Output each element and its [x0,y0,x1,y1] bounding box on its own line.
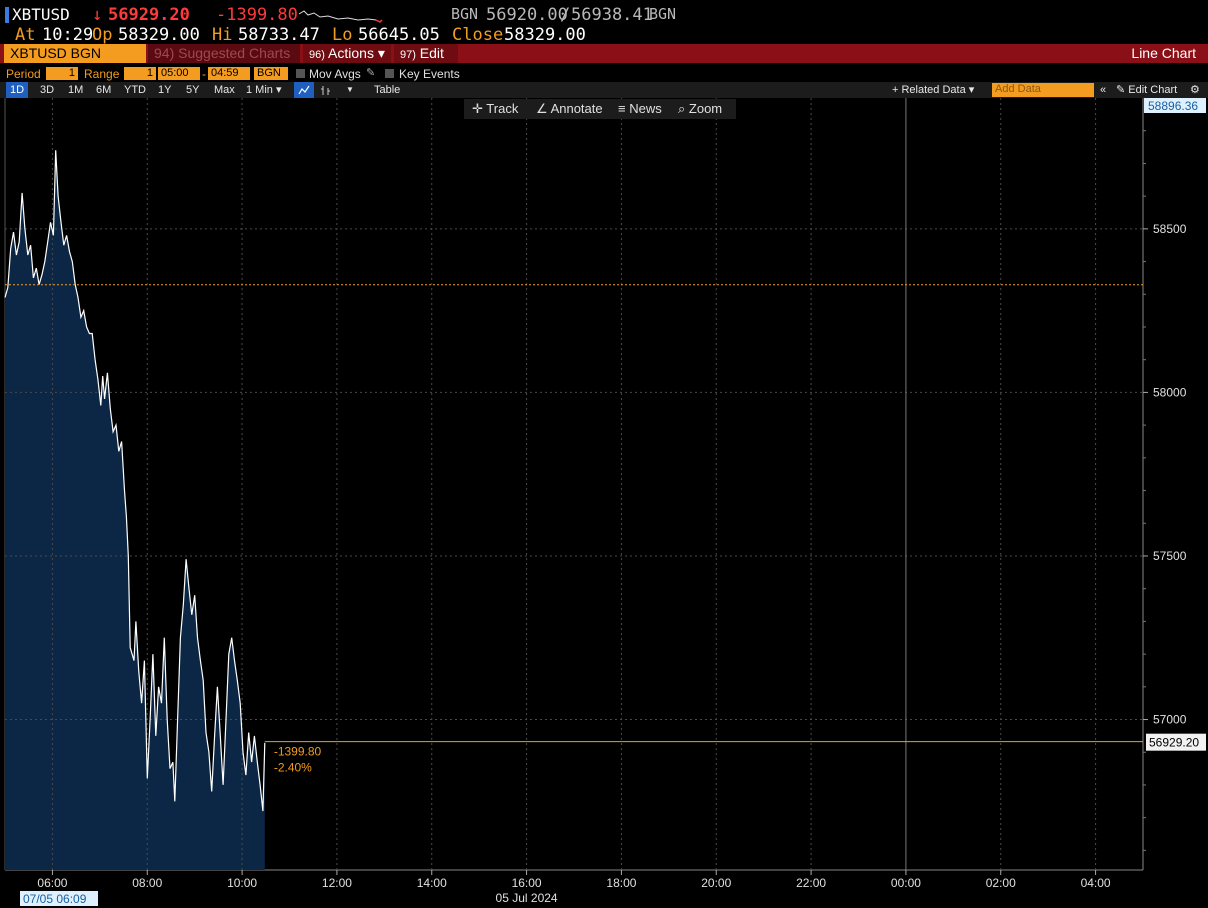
ticker-marker [5,7,9,23]
ask-price: 56938.41 [571,5,653,25]
x-date-label: 05 Jul 2024 [496,891,558,905]
mov-avgs-checkbox[interactable] [296,69,305,78]
quote-header: XBTUSD ↓ 56929.20 -1399.80 BGN 56920.00 … [0,4,1208,26]
range-ytd-button[interactable]: YTD [120,82,150,98]
x-tick-label: 20:00 [701,876,731,890]
close-value: 58329.00 [504,25,586,45]
y-top-tag-label: 58896.36 [1148,99,1198,113]
edit-chart-button[interactable]: ✎ Edit Chart [1112,82,1181,98]
pencil-icon[interactable]: ✎ [366,66,375,79]
ask-source: BGN [649,5,677,23]
edit-button[interactable]: 97) Edit ▾ [394,44,458,82]
y-tick-label: 58500 [1153,222,1187,236]
low-label: Lo [332,25,353,45]
range-bar: 1D 3D 1M 6M YTD 1Y 5Y Max 1 Min ▾ ▼ Tabl… [0,82,1208,98]
track-tool[interactable]: ✛ Track [472,99,518,119]
related-data-button[interactable]: + Related Data ▾ [888,82,978,98]
collapse-icon[interactable]: « [1096,82,1110,98]
function-bar: XBTUSD BGN Curncy 94) Suggested Charts ▾… [0,44,1208,82]
x-tick-label: 02:00 [986,876,1016,890]
high-label: Hi [212,25,233,45]
at-value: 10:29 [42,25,94,45]
ticker-symbol[interactable]: XBTUSD [12,5,70,24]
chart-type-label: Line Chart [1131,45,1196,61]
x-tick-label: 04:00 [1081,876,1111,890]
bid-price: 56920.00 [486,5,568,25]
news-icon: ≡ [618,101,626,116]
range-label: Range [84,67,120,81]
last-price-tag-label: 56929.20 [1149,736,1199,750]
close-label: Close [452,25,504,45]
y-tick-label: 57500 [1153,549,1187,563]
line-chart-icon[interactable] [294,82,314,98]
range-start-field[interactable]: 05:00 [158,67,200,80]
gear-icon[interactable]: ⚙ [1186,82,1204,98]
x-tick-label: 10:00 [227,876,257,890]
down-arrow-icon: ↓ [92,5,103,25]
key-events-label[interactable]: Key Events [399,67,460,81]
x-tick-label: 00:00 [891,876,921,890]
range-1m-button[interactable]: 1M [64,82,87,98]
actions-button[interactable]: 96) Actions ▾ [303,44,391,63]
range-1y-button[interactable]: 1Y [154,82,175,98]
at-label: At [15,25,36,45]
range-3d-button[interactable]: 3D [36,82,58,98]
news-tool[interactable]: ≡ News [618,99,662,119]
period-bar: Period 1 Range 1 05:00 - 04:59 BGN Mov A… [0,65,1208,82]
suggested-charts-button[interactable]: 94) Suggested Charts ▾ [148,44,300,80]
x-tick-label: 22:00 [796,876,826,890]
price-chart[interactable]: 57000 57500 58000 58500 06:00 08:00 10:00 12:00… [0,98,1208,908]
y-tick-label: 57000 [1153,713,1187,727]
source-field[interactable]: BGN [254,67,288,80]
range-end-field[interactable]: 04:59 [208,67,250,80]
ohlc-header: At 10:29 Op 58329.00 Hi 58733.47 Lo 5664… [0,25,1208,45]
x-tick-label: 14:00 [417,876,447,890]
interval-dropdown[interactable]: 1 Min ▾ [242,82,285,98]
cursor-time-label: 07/05 06:09 [23,892,87,906]
range-field[interactable]: 1 [124,67,156,80]
period-field[interactable]: 1 [46,67,78,80]
period-label: Period [6,67,41,81]
zoom-tool[interactable]: ⌕ Zoom [678,99,722,119]
bid-source: BGN [451,5,479,23]
annotate-tool[interactable]: ∠ Annotate [536,99,603,119]
x-tick-label: 18:00 [606,876,636,890]
range-6m-button[interactable]: 6M [92,82,115,98]
x-tick-label: 16:00 [512,876,542,890]
zoom-icon: ⌕ [678,101,686,116]
annotate-icon: ∠ [536,101,548,116]
x-tick-label: 06:00 [37,876,67,890]
last-price: 56929.20 [108,5,190,25]
high-value: 58733.47 [238,25,320,45]
change-annotation: -1399.80 [274,745,322,759]
add-data-input[interactable]: Add Data [992,83,1094,97]
chart-tool-strip: ✛ Track ∠ Annotate ≡ News ⌕ Zoom [464,99,736,119]
low-value: 56645.05 [358,25,440,45]
range-max-button[interactable]: Max [210,82,239,98]
x-tick-label: 08:00 [132,876,162,890]
x-tick-label: 12:00 [322,876,352,890]
open-label: Op [92,25,113,45]
open-value: 58329.00 [118,25,200,45]
range-5y-button[interactable]: 5Y [182,82,203,98]
table-button[interactable]: Table [370,82,404,98]
mov-avgs-label[interactable]: Mov Avgs [309,67,361,81]
y-tick-label: 58000 [1153,385,1187,399]
price-change: -1399.80 [216,5,298,25]
security-field[interactable]: XBTUSD BGN Curncy [4,44,146,80]
price-area-fill [5,150,265,871]
change-pct-annotation: -2.40% [274,761,312,775]
crosshair-icon: ✛ [472,101,483,116]
chart-style-dropdown-icon[interactable]: ▼ [342,82,358,98]
key-events-checkbox[interactable] [385,69,394,78]
bar-chart-icon[interactable] [316,82,336,98]
range-1d-button[interactable]: 1D [6,82,29,98]
sparkline-icon [298,10,383,23]
